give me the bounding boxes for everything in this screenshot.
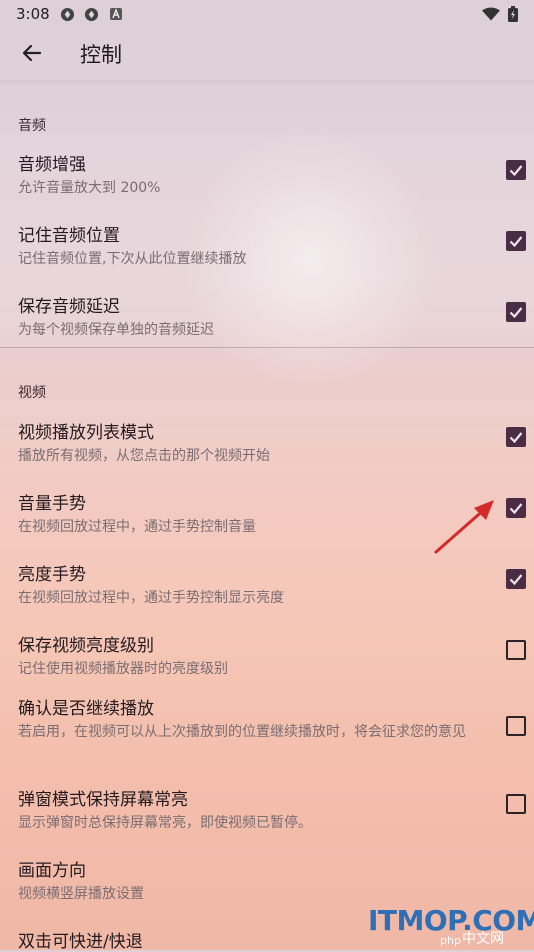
back-arrow-icon[interactable] (20, 41, 44, 65)
setting-title: 记住音频位置 (18, 226, 120, 246)
setting-title: 视频播放列表模式 (18, 423, 154, 443)
confirm-resume-checkbox[interactable] (506, 716, 526, 736)
setting-subtitle: 播放所有视频，从您点击的那个视频开始 (18, 448, 270, 464)
page-title: 控制 (80, 43, 122, 67)
setting-subtitle: 若启用，在视频可以从上次播放到的位置继续播放时，将会征求您的意见 (18, 724, 466, 740)
section-divider (0, 347, 534, 348)
setting-title: 保存音频延迟 (18, 297, 120, 317)
setting-subtitle: 显示弹窗时总保持屏幕常亮，即使视频已暂停。 (18, 815, 312, 831)
watermark-logo: ITMOP.COM (368, 904, 534, 937)
setting-title: 双击可快进/快退 (18, 932, 143, 952)
app-notification-icon (84, 7, 99, 22)
a-notification-icon (110, 8, 122, 20)
setting-subtitle: 允许音量放大到 200% (18, 180, 161, 196)
watermark-zh: 中文网 (462, 931, 504, 947)
setting-screen-orientation[interactable]: 画面方向 视频横竖屏播放设置 (0, 856, 534, 908)
save-audio-delay-checkbox[interactable] (506, 302, 526, 322)
status-time: 3:08 (16, 5, 50, 23)
volume-gesture-checkbox[interactable] (506, 498, 526, 518)
wifi-icon (482, 7, 500, 21)
watermark-php: php (440, 934, 461, 947)
remember-audio-position-checkbox[interactable] (506, 231, 526, 251)
app-notification-icon (60, 7, 75, 22)
setting-subtitle: 记住使用视频播放器时的亮度级别 (18, 661, 228, 677)
save-video-brightness-checkbox[interactable] (506, 640, 526, 660)
setting-subtitle: 视频横竖屏播放设置 (18, 886, 144, 902)
annotation-arrow-icon (434, 500, 494, 554)
section-header-video: 视频 (18, 385, 46, 401)
setting-title: 保存视频亮度级别 (18, 636, 154, 656)
setting-title: 音频增强 (18, 155, 86, 175)
setting-title: 画面方向 (18, 861, 86, 881)
setting-confirm-resume[interactable]: 确认是否继续播放 若启用，在视频可以从上次播放到的位置继续播放时，将会征求您的意… (0, 694, 534, 764)
brightness-gesture-checkbox[interactable] (506, 569, 526, 589)
status-bar: 3:08 (0, 0, 534, 28)
setting-save-video-brightness[interactable]: 保存视频亮度级别 记住使用视频播放器时的亮度级别 (0, 631, 534, 683)
setting-audio-boost[interactable]: 音频增强 允许音量放大到 200% (0, 150, 534, 202)
setting-title: 音量手势 (18, 494, 86, 514)
setting-remember-audio-position[interactable]: 记住音频位置 记住音频位置,下次从此位置继续播放 (0, 221, 534, 273)
setting-subtitle: 在视频回放过程中，通过手势控制音量 (18, 519, 256, 535)
video-playlist-mode-checkbox[interactable] (506, 427, 526, 447)
setting-title: 确认是否继续播放 (18, 699, 154, 719)
app-bar-shadow (0, 80, 534, 86)
section-header-audio: 音频 (18, 118, 46, 134)
setting-title: 亮度手势 (18, 565, 86, 585)
setting-popup-keep-screen-on[interactable]: 弹窗模式保持屏幕常亮 显示弹窗时总保持屏幕常亮，即使视频已暂停。 (0, 785, 534, 837)
setting-video-playlist-mode[interactable]: 视频播放列表模式 播放所有视频，从您点击的那个视频开始 (0, 418, 534, 470)
popup-keep-screen-on-checkbox[interactable] (506, 794, 526, 814)
setting-save-audio-delay[interactable]: 保存音频延迟 为每个视频保存单独的音频延迟 (0, 292, 534, 344)
setting-brightness-gesture[interactable]: 亮度手势 在视频回放过程中，通过手势控制显示亮度 (0, 560, 534, 612)
battery-icon (508, 6, 518, 22)
audio-boost-checkbox[interactable] (506, 160, 526, 180)
setting-subtitle: 为每个视频保存单独的音频延迟 (18, 322, 214, 338)
setting-subtitle: 记住音频位置,下次从此位置继续播放 (18, 251, 247, 267)
app-bar: 控制 (0, 28, 534, 80)
setting-subtitle: 在视频回放过程中，通过手势控制显示亮度 (18, 590, 284, 606)
setting-title: 弹窗模式保持屏幕常亮 (18, 790, 188, 810)
